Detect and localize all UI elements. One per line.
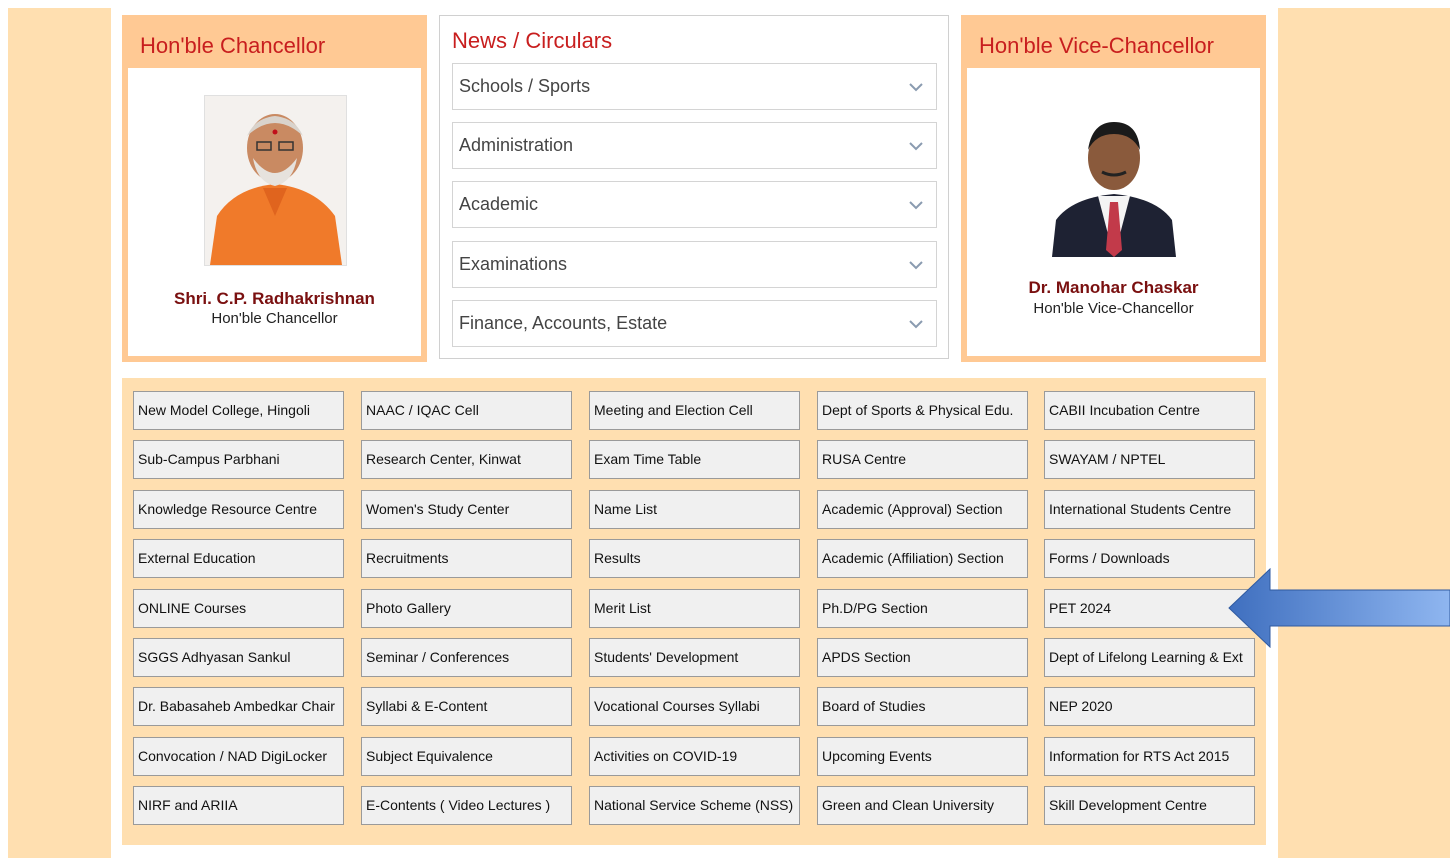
link-button[interactable]: Exam Time Table xyxy=(589,440,800,479)
link-button[interactable]: SWAYAM / NPTEL xyxy=(1044,440,1255,479)
chancellor-card: Shri. C.P. Radhakrishnan Hon'ble Chancel… xyxy=(128,68,421,356)
link-button[interactable]: Women's Study Center xyxy=(361,490,572,529)
chancellor-name: Shri. C.P. Radhakrishnan xyxy=(174,289,375,308)
link-button[interactable]: External Education xyxy=(133,539,344,578)
link-button[interactable]: Results xyxy=(589,539,800,578)
link-button[interactable]: Students' Development xyxy=(589,638,800,677)
link-button[interactable]: Sub-Campus Parbhani xyxy=(133,440,344,479)
news-section-label: Finance, Accounts, Estate xyxy=(459,313,668,333)
link-button[interactable]: National Service Scheme (NSS) xyxy=(589,786,800,825)
right-margin-band xyxy=(1278,8,1450,858)
link-button[interactable]: Information for RTS Act 2015 xyxy=(1044,737,1255,776)
link-button[interactable]: Subject Equivalence xyxy=(361,737,572,776)
news-circulars-title: News / Circulars xyxy=(452,28,613,53)
link-button[interactable]: Board of Studies xyxy=(817,687,1028,726)
link-button[interactable]: Ph.D/PG Section xyxy=(817,589,1028,628)
news-section-label: Administration xyxy=(459,135,574,155)
link-button[interactable]: Research Center, Kinwat xyxy=(361,440,572,479)
link-button[interactable]: Upcoming Events xyxy=(817,737,1028,776)
link-button[interactable]: Convocation / NAD DigiLocker xyxy=(133,737,344,776)
vice-chancellor-photo xyxy=(1052,110,1176,257)
link-button[interactable]: PET 2024 xyxy=(1044,589,1255,628)
link-button[interactable]: ONLINE Courses xyxy=(133,589,344,628)
link-button[interactable]: SGGS Adhyasan Sankul xyxy=(133,638,344,677)
link-button[interactable]: Syllabi & E-Content xyxy=(361,687,572,726)
news-section-label: Examinations xyxy=(459,254,568,274)
chancellor-role: Hon'ble Chancellor xyxy=(211,310,338,327)
link-button[interactable]: Photo Gallery xyxy=(361,589,572,628)
news-section-academic[interactable]: Academic xyxy=(452,181,937,228)
vice-chancellor-card: Dr. Manohar Chaskar Hon'ble Vice-Chancel… xyxy=(967,68,1260,356)
link-button[interactable]: CABII Incubation Centre xyxy=(1044,391,1255,430)
link-button[interactable]: Name List xyxy=(589,490,800,529)
chevron-down-icon xyxy=(909,142,923,151)
vice-chancellor-name: Dr. Manohar Chaskar xyxy=(1028,278,1199,297)
chevron-down-icon xyxy=(909,261,923,270)
news-section-examinations[interactable]: Examinations xyxy=(452,241,937,288)
link-button[interactable]: Green and Clean University xyxy=(817,786,1028,825)
link-button[interactable]: Activities on COVID-19 xyxy=(589,737,800,776)
link-button[interactable]: Meeting and Election Cell xyxy=(589,391,800,430)
quick-links-panel: New Model College, Hingoli NAAC / IQAC C… xyxy=(122,378,1266,845)
news-section-label: Academic xyxy=(459,194,539,214)
link-button[interactable]: Academic (Affiliation) Section xyxy=(817,539,1028,578)
vice-chancellor-panel: Hon'ble Vice-Chancellor Dr. Manohar Chas… xyxy=(961,15,1266,362)
link-button[interactable]: NIRF and ARIIA xyxy=(133,786,344,825)
vice-chancellor-role: Hon'ble Vice-Chancellor xyxy=(1033,300,1194,317)
link-button[interactable]: Dr. Babasaheb Ambedkar Chair xyxy=(133,687,344,726)
link-button[interactable]: NAAC / IQAC Cell xyxy=(361,391,572,430)
link-button[interactable]: Skill Development Centre xyxy=(1044,786,1255,825)
link-button[interactable]: Dept of Lifelong Learning & Ext xyxy=(1044,638,1255,677)
link-button[interactable]: Knowledge Resource Centre xyxy=(133,490,344,529)
link-button[interactable]: New Model College, Hingoli xyxy=(133,391,344,430)
left-arrow-icon xyxy=(1228,568,1450,648)
link-button[interactable]: RUSA Centre xyxy=(817,440,1028,479)
link-button[interactable]: Vocational Courses Syllabi xyxy=(589,687,800,726)
chancellor-photo xyxy=(204,95,347,266)
news-section-administration[interactable]: Administration xyxy=(452,122,937,169)
news-circulars-panel: News / Circulars Schools / Sports Admini… xyxy=(439,15,949,359)
link-button[interactable]: Academic (Approval) Section xyxy=(817,490,1028,529)
chevron-down-icon xyxy=(909,201,923,210)
link-button[interactable]: Recruitments xyxy=(361,539,572,578)
link-button[interactable]: Forms / Downloads xyxy=(1044,539,1255,578)
left-margin-band xyxy=(8,8,111,858)
link-button[interactable]: International Students Centre xyxy=(1044,490,1255,529)
link-button[interactable]: NEP 2020 xyxy=(1044,687,1255,726)
link-button[interactable]: Merit List xyxy=(589,589,800,628)
link-button[interactable]: Dept of Sports & Physical Edu. xyxy=(817,391,1028,430)
news-section-finance[interactable]: Finance, Accounts, Estate xyxy=(452,300,937,347)
news-section-schools-sports[interactable]: Schools / Sports xyxy=(452,63,937,110)
chancellor-panel: Hon'ble Chancellor Shri. C.P. Radhakrish… xyxy=(122,15,427,362)
vice-chancellor-panel-title: Hon'ble Vice-Chancellor xyxy=(979,33,1214,58)
link-button[interactable]: APDS Section xyxy=(817,638,1028,677)
link-button[interactable]: Seminar / Conferences xyxy=(361,638,572,677)
link-button[interactable]: E-Contents ( Video Lectures ) xyxy=(361,786,572,825)
chancellor-panel-title: Hon'ble Chancellor xyxy=(140,33,326,58)
news-section-label: Schools / Sports xyxy=(459,76,591,96)
chevron-down-icon xyxy=(909,320,923,329)
chevron-down-icon xyxy=(909,83,923,92)
